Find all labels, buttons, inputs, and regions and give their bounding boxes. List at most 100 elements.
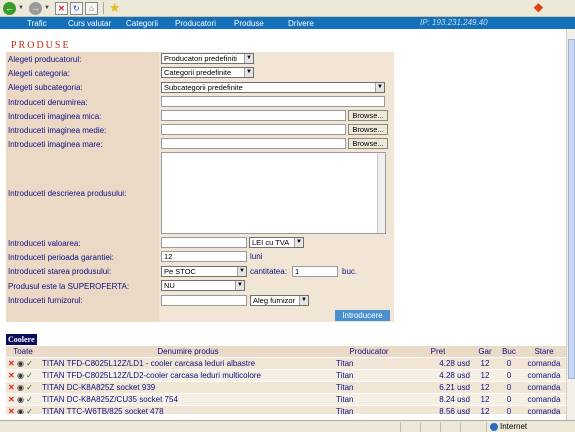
supplier-input[interactable] [161, 295, 247, 306]
row-quantity: 0 [506, 383, 512, 392]
forward-arrow-icon[interactable]: → [28, 1, 42, 15]
row-actions: ✕ ◉ ✓ [8, 370, 33, 381]
row-quantity: 0 [506, 359, 512, 368]
page-title: PRODUSE [11, 40, 71, 51]
chevron-down-icon: ▼ [294, 238, 303, 247]
name-input[interactable] [161, 96, 385, 107]
submit-button[interactable]: Introducere [335, 310, 390, 321]
state-label: Introduceti starea produsului: [6, 264, 159, 279]
row-warranty: 12 [480, 359, 490, 368]
delete-icon[interactable]: ✕ [8, 371, 15, 380]
img-large-label: Introduceti imaginea mare: [6, 137, 159, 151]
nav-producatori[interactable]: Producatori [175, 19, 216, 28]
row-state: comanda [527, 395, 561, 404]
nav-categorii[interactable]: Categorii [126, 19, 158, 28]
nav-drivere[interactable]: Drivere [288, 19, 314, 28]
img-medium-input[interactable] [161, 124, 346, 135]
img-large-browse-button[interactable]: Browse... [348, 138, 388, 149]
img-small-browse-button[interactable]: Browse... [348, 110, 388, 121]
star-icon[interactable]: ★ [109, 0, 121, 16]
row-quantity: 0 [506, 407, 512, 414]
status-divider [420, 422, 421, 432]
camera-icon[interactable]: ◉ [17, 359, 24, 368]
status-bar: Internet [0, 420, 575, 432]
header-name: Denumire produs [157, 347, 219, 356]
header-all[interactable]: Toate [6, 346, 40, 357]
scrollbar-thumb[interactable] [568, 39, 575, 379]
header-state: Stare [534, 347, 554, 356]
delete-icon[interactable]: ✕ [8, 359, 15, 368]
row-name[interactable]: TITAN TTC-W6TB/825 socket 478 [42, 406, 334, 414]
textarea-scrollbar[interactable] [377, 153, 385, 233]
superoffer-select[interactable]: NU ▼ [161, 280, 245, 291]
row-price: 8.56 usd [439, 407, 470, 414]
name-label: Introduceti denumirea: [6, 95, 159, 109]
producer-select[interactable]: Producatori predefiniti ▼ [161, 53, 254, 64]
quantity-input[interactable]: 1 [292, 266, 338, 277]
description-textarea[interactable] [161, 152, 386, 234]
row-name[interactable]: TITAN DC-K8A825Z socket 939 [42, 382, 334, 393]
stop-icon[interactable]: ✕ [54, 1, 68, 15]
subcategory-select[interactable]: Subcategorii predefinite ▼ [161, 82, 385, 93]
forward-dropdown-icon[interactable]: ▼ [44, 5, 50, 11]
page-scrollbar[interactable] [566, 29, 575, 420]
checkmark-icon[interactable]: ✓ [26, 371, 33, 380]
row-state: comanda [527, 371, 561, 380]
state-select[interactable]: Pe STOC ▼ [161, 266, 247, 277]
row-actions: ✕ ◉ ✓ [8, 382, 33, 393]
form-row-img-large: Introduceti imaginea mare: Browse... [6, 137, 394, 151]
row-price: 4.28 usd [439, 371, 470, 380]
img-large-input[interactable] [161, 138, 346, 149]
checkmark-icon[interactable]: ✓ [26, 383, 33, 392]
nav-curs-valutar[interactable]: Curs valutar [68, 19, 111, 28]
checkmark-icon[interactable]: ✓ [26, 359, 33, 368]
form-row-img-medium: Introduceti imaginea medie: Browse... [6, 123, 394, 137]
camera-icon[interactable]: ◉ [17, 371, 24, 380]
warranty-input[interactable]: 12 [161, 251, 247, 262]
toolbar-separator [102, 2, 104, 14]
chevron-down-icon: ▼ [244, 68, 253, 77]
row-name[interactable]: TITAN DC-K8A825Z/CU35 socket 754 [42, 394, 334, 405]
table-header: Toate Denumire produs Producator Pret Ga… [6, 346, 566, 357]
chevron-down-icon: ▼ [299, 296, 308, 305]
img-small-input[interactable] [161, 110, 346, 121]
refresh-icon[interactable]: ↻ [69, 1, 83, 15]
row-warranty: 12 [480, 371, 490, 380]
subcategory-label: Alegeti subcategoria: [6, 80, 159, 95]
state-select-value: Pe STOC [164, 267, 196, 276]
header-price: Pret [430, 347, 446, 356]
delete-icon[interactable]: ✕ [8, 383, 15, 392]
category-label: Alegeti categoria: [6, 66, 159, 80]
supplier-select-value: Aleg furnizor [253, 296, 296, 305]
status-divider [400, 422, 401, 432]
nav-trafic[interactable]: Trafic [27, 19, 47, 28]
form-row-category: Alegeti categoria: Categorii predefinite… [6, 66, 394, 80]
form-row-warranty: Introduceti perioada garantiei: 12 luni [6, 250, 394, 264]
value-input[interactable] [161, 237, 247, 248]
home-icon[interactable]: ⌂ [84, 1, 98, 15]
checkmark-icon[interactable]: ✓ [26, 407, 33, 414]
back-arrow-icon[interactable]: ← [3, 1, 16, 15]
delete-icon[interactable]: ✕ [8, 407, 15, 414]
row-producer: Titan [336, 383, 354, 392]
quantity-label: cantitatea: [250, 267, 287, 276]
table-row: ✕ ◉ ✓ TITAN TTC-W6TB/825 socket 478 Tita… [6, 406, 566, 414]
form-row-subcategory: Alegeti subcategoria: Subcategorii prede… [6, 80, 394, 95]
row-name[interactable]: TITAN TFD-C8025L12Z/LD1 - cooler carcasa… [42, 358, 334, 369]
row-name[interactable]: TITAN TFD-C8025L12Z/LD2-cooler carcasa l… [42, 370, 334, 381]
camera-icon[interactable]: ◉ [17, 407, 24, 414]
back-dropdown-icon[interactable]: ▼ [18, 5, 24, 11]
currency-select[interactable]: LEI cu TVA ▼ [249, 237, 304, 248]
row-price: 8.24 usd [439, 395, 470, 404]
camera-icon[interactable]: ◉ [17, 395, 24, 404]
img-medium-browse-button[interactable]: Browse... [348, 124, 388, 135]
form-row-producer: Alegeti producatorul: Producatori predef… [6, 52, 394, 66]
row-price: 4.28 usd [439, 359, 470, 368]
camera-icon[interactable]: ◉ [17, 383, 24, 392]
row-warranty: 12 [480, 395, 490, 404]
delete-icon[interactable]: ✕ [8, 395, 15, 404]
nav-produse[interactable]: Produse [234, 19, 264, 28]
checkmark-icon[interactable]: ✓ [26, 395, 33, 404]
supplier-select[interactable]: Aleg furnizor ▼ [250, 295, 309, 306]
category-select[interactable]: Categorii predefinite ▼ [161, 67, 254, 78]
